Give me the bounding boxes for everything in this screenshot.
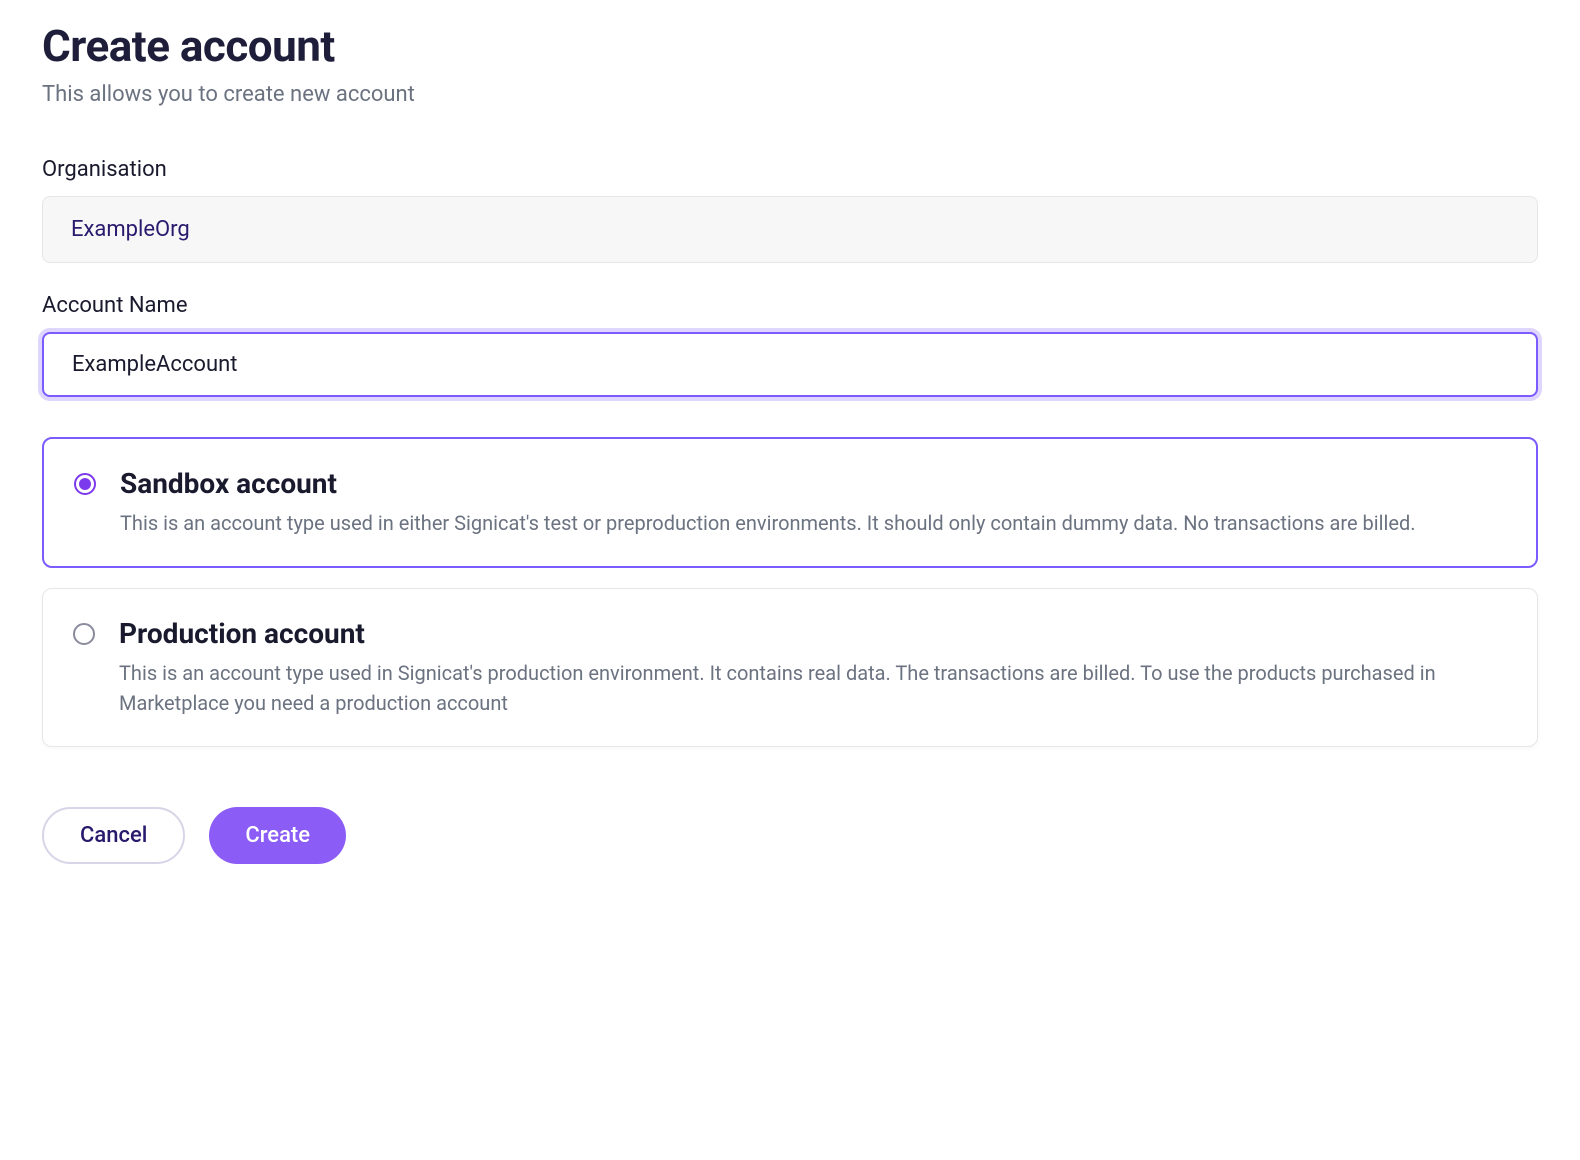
- production-content: Production account This is an account ty…: [119, 617, 1507, 718]
- organisation-value: ExampleOrg: [42, 196, 1538, 263]
- sandbox-radio[interactable]: [74, 473, 96, 495]
- organisation-label: Organisation: [42, 157, 1538, 182]
- page-subtitle: This allows you to create new account: [42, 82, 1538, 107]
- account-type-options: Sandbox account This is an account type …: [42, 437, 1538, 747]
- page-title: Create account: [42, 20, 1538, 72]
- production-title: Production account: [119, 617, 1507, 650]
- account-name-label: Account Name: [42, 293, 1538, 318]
- organisation-field-group: Organisation ExampleOrg: [42, 157, 1538, 263]
- sandbox-description: This is an account type used in either S…: [120, 508, 1506, 538]
- account-name-field-group: Account Name: [42, 293, 1538, 397]
- production-description: This is an account type used in Signicat…: [119, 658, 1507, 718]
- sandbox-title: Sandbox account: [120, 467, 1506, 500]
- create-button[interactable]: Create: [209, 807, 346, 864]
- button-row: Cancel Create: [42, 807, 1538, 864]
- sandbox-content: Sandbox account This is an account type …: [120, 467, 1506, 538]
- production-option-card[interactable]: Production account This is an account ty…: [42, 588, 1538, 747]
- production-radio[interactable]: [73, 623, 95, 645]
- cancel-button[interactable]: Cancel: [42, 807, 185, 864]
- account-name-input[interactable]: [42, 332, 1538, 397]
- sandbox-option-card[interactable]: Sandbox account This is an account type …: [42, 437, 1538, 568]
